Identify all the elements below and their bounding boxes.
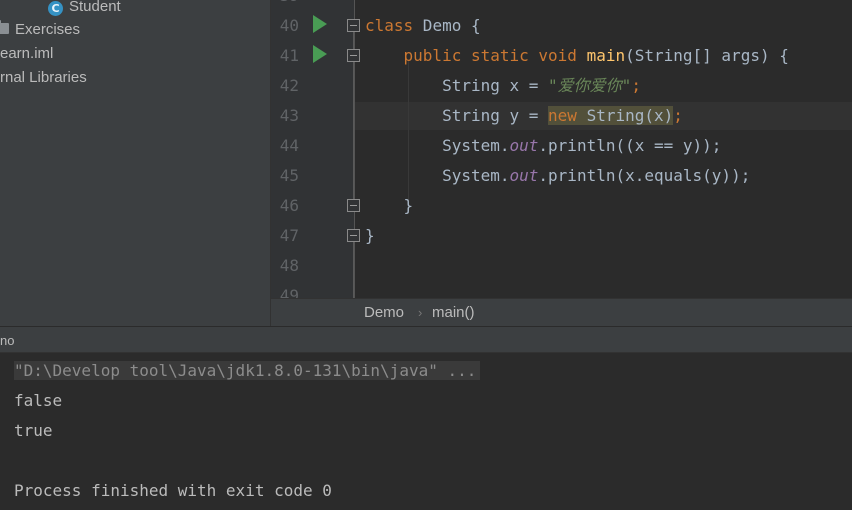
code-token-semicolon: ;	[631, 76, 641, 95]
run-panel-title[interactable]: no	[0, 333, 14, 348]
line-number: 41	[279, 46, 299, 65]
console-exit-message: Process finished with exit code 0	[14, 481, 332, 500]
code-editor[interactable]: 39 40 41 42 43 44 45 46 47 48 49 class D…	[271, 0, 852, 298]
code-token-field: out	[509, 136, 539, 155]
code-line-45: System.out.println(x.equals(y));	[365, 161, 750, 191]
tree-item-iml[interactable]: earn.iml	[0, 43, 53, 65]
fold-class-end-icon[interactable]	[347, 229, 360, 242]
code-token: String y =	[442, 106, 549, 125]
code-line-40: class Demo {	[365, 11, 481, 41]
code-line-44: System.out.println((x == y));	[365, 131, 721, 161]
breadcrumb-separator-icon: ›	[418, 305, 423, 320]
code-line-41: public static void main(String[] args) {	[365, 41, 789, 71]
code-token-keyword: public static void	[403, 46, 577, 65]
run-console[interactable]: "D:\Develop tool\Java\jdk1.8.0-131\bin\j…	[0, 353, 852, 510]
fold-method-end-icon[interactable]	[347, 199, 360, 212]
line-number: 47	[279, 226, 299, 245]
code-token-field: out	[509, 166, 539, 185]
tree-item-label: Student	[69, 0, 121, 15]
code-token-method: main	[586, 46, 626, 65]
folder-icon	[0, 20, 9, 34]
run-class-icon[interactable]	[313, 15, 327, 33]
code-token: Demo {	[413, 16, 481, 35]
code-token-keyword: class	[365, 16, 414, 35]
code-token: (String[] args) {	[625, 46, 789, 65]
code-token-highlighted: String(x)	[576, 106, 674, 125]
fold-class-icon[interactable]	[347, 19, 360, 32]
code-token-brace: }	[403, 196, 414, 215]
tree-item-label: earn.iml	[0, 45, 54, 62]
run-panel-header: no	[0, 326, 852, 353]
code-token: .println(x.equals(y));	[538, 166, 751, 185]
line-number: 46	[279, 196, 299, 215]
line-number: 42	[279, 76, 299, 95]
code-token-keyword: new	[548, 106, 577, 125]
code-token: System.	[442, 136, 510, 155]
line-number: 45	[279, 166, 299, 185]
console-line: true	[14, 421, 53, 440]
console-command[interactable]: "D:\Develop tool\Java\jdk1.8.0-131\bin\j…	[14, 361, 481, 380]
line-number: 49	[279, 286, 299, 298]
code-token-string: "爱你爱你"	[548, 76, 632, 95]
class-icon: C	[48, 1, 63, 16]
console-line: "D:\Develop tool\Java\jdk1.8.0-131\bin\j…	[14, 356, 481, 386]
breadcrumb-class[interactable]: Demo	[364, 304, 404, 321]
code-line-46: }	[365, 191, 414, 221]
code-line-47: }	[365, 221, 375, 251]
code-line-42: String x = "爱你爱你";	[365, 71, 641, 101]
line-number: 44	[279, 136, 299, 155]
console-line: false	[14, 391, 63, 410]
tree-item-exercises[interactable]: Exercises	[0, 19, 80, 41]
breadcrumb: Demo › main()	[271, 298, 852, 326]
gutter-separator	[354, 0, 355, 298]
tree-item-student[interactable]: C Student	[48, 0, 121, 18]
tree-item-external-libraries[interactable]: rnal Libraries	[0, 67, 87, 89]
line-number: 43	[279, 106, 299, 125]
code-token: System.	[442, 166, 510, 185]
line-number: 40	[279, 16, 299, 35]
fold-method-icon[interactable]	[347, 49, 360, 62]
tree-item-label: Exercises	[15, 21, 81, 38]
code-token: String x =	[442, 76, 549, 95]
project-tree-panel: C Student Exercises earn.iml rnal Librari…	[0, 0, 271, 326]
breadcrumb-method[interactable]: main()	[432, 304, 475, 321]
code-token: .println((x == y));	[538, 136, 722, 155]
fold-guide	[353, 242, 354, 298]
code-token-brace: }	[365, 226, 375, 245]
line-number: 48	[279, 256, 299, 275]
tree-item-label: rnal Libraries	[0, 69, 87, 86]
line-number: 39	[271, 0, 299, 11]
code-line-43: String y = new String(x);	[365, 101, 683, 131]
run-main-icon[interactable]	[313, 45, 327, 63]
code-token-semicolon: ;	[673, 106, 683, 125]
